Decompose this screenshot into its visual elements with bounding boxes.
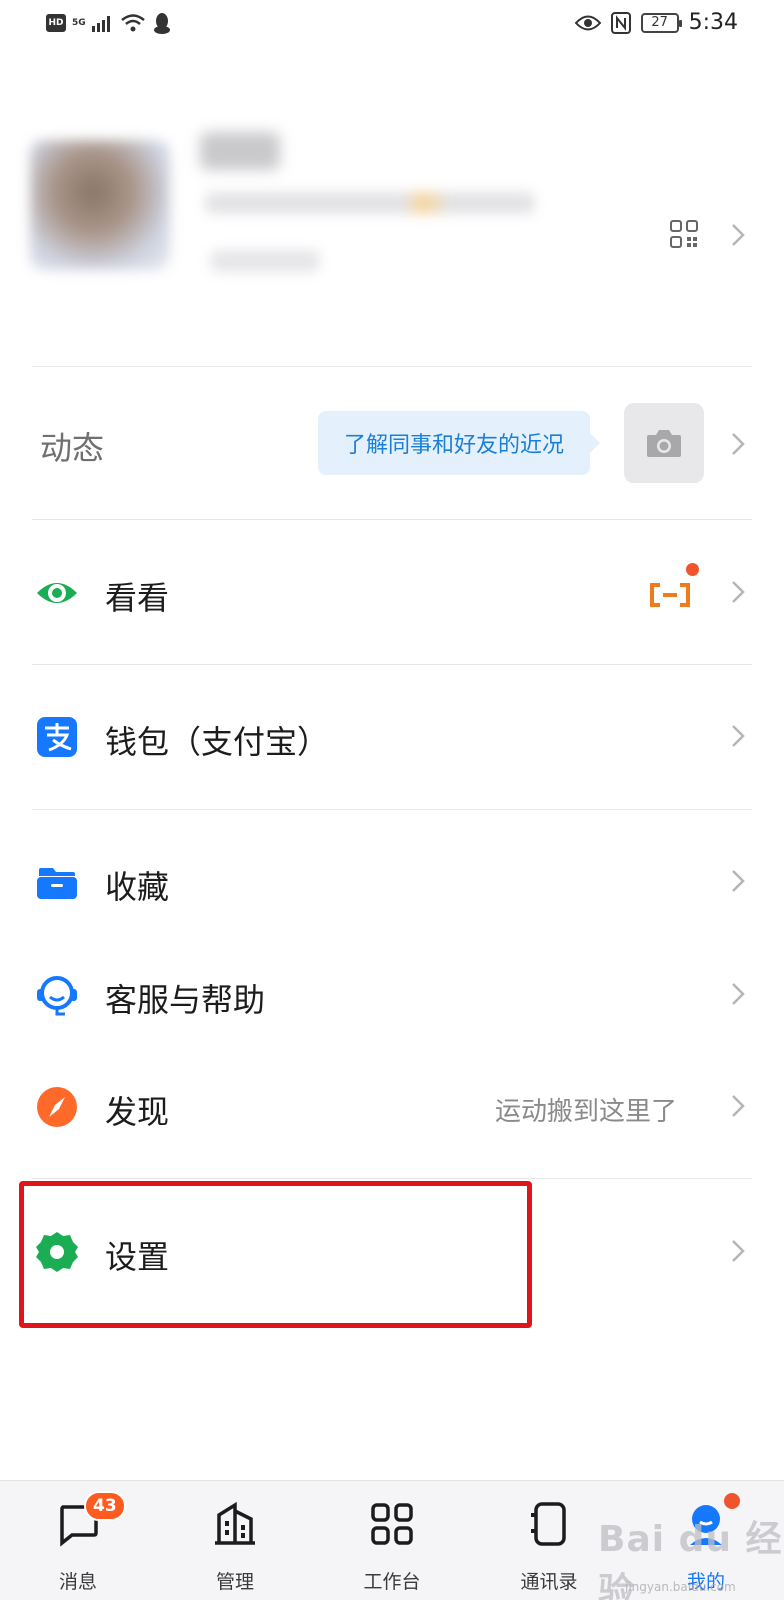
tab-label: 消息 <box>58 1571 97 1593</box>
notification-dot <box>724 1493 740 1509</box>
signal-icon <box>91 16 110 32</box>
wifi-icon <box>120 14 145 32</box>
headset-icon <box>37 976 77 1016</box>
nfc-icon <box>610 11 631 34</box>
blurred-user-info <box>205 192 535 214</box>
folder-icon <box>37 868 77 899</box>
chevron-right-icon <box>732 725 745 747</box>
tab-label: 通讯录 <box>520 1571 578 1593</box>
camera-icon <box>647 430 681 457</box>
camera-button[interactable] <box>624 403 704 483</box>
blurred-user-extra <box>210 250 320 272</box>
menu-item-label: 客服与帮助 <box>105 981 266 1019</box>
menu-item-label: 看看 <box>105 579 170 617</box>
menu-item-label: 钱包（支付宝） <box>105 723 330 761</box>
divider <box>32 519 752 520</box>
menu-item-label: 发现 <box>105 1093 170 1131</box>
chevron-right-icon <box>732 433 745 455</box>
menu-item-discover[interactable]: 发现 运动搬到这里了 <box>0 1047 784 1167</box>
divider <box>32 664 752 665</box>
chevron-right-icon <box>732 224 745 246</box>
divider <box>32 1178 752 1179</box>
chevron-right-icon <box>732 1240 745 1262</box>
eye-icon <box>37 583 77 603</box>
aliyun-icon <box>650 583 690 607</box>
qq-penguin-icon <box>153 13 170 34</box>
baidu-watermark-url: jingyan.baidu.com <box>625 1580 736 1594</box>
alipay-icon <box>37 717 77 757</box>
tab-label: 管理 <box>215 1571 254 1593</box>
menu-item-favorites[interactable]: 收藏 <box>0 822 784 942</box>
grid-icon <box>371 1503 413 1545</box>
status-bar: HD 5G 27 5:34 <box>0 0 784 50</box>
dynamic-tip-bubble[interactable]: 了解同事和好友的近况 <box>318 411 600 475</box>
divider <box>32 366 752 367</box>
tab-manage[interactable]: 管理 <box>175 1481 295 1600</box>
chevron-right-icon <box>732 983 745 1005</box>
hd-badge: HD <box>46 14 66 32</box>
chevron-right-icon <box>732 581 745 603</box>
network-type: 5G <box>72 17 86 28</box>
dynamic-label: 动态 <box>40 429 105 467</box>
tab-contacts[interactable]: 通讯录 <box>489 1481 609 1600</box>
menu-item-kankan[interactable]: 看看 <box>0 533 784 653</box>
dynamic-row[interactable]: 动态 了解同事和好友的近况 <box>0 383 784 503</box>
chevron-right-icon <box>732 870 745 892</box>
chevron-right-icon <box>732 1095 745 1117</box>
avatar[interactable] <box>30 140 170 270</box>
unread-badge: 43 <box>84 1491 126 1521</box>
status-right: 27 5:34 <box>574 10 738 35</box>
highlight-annotation-box <box>19 1181 532 1328</box>
battery-indicator: 27 <box>640 12 682 33</box>
blurred-user-name <box>200 132 280 170</box>
tab-label: 工作台 <box>363 1571 421 1593</box>
clock: 5:34 <box>688 10 738 35</box>
divider <box>32 809 752 810</box>
menu-item-label: 收藏 <box>105 868 170 906</box>
tab-messages[interactable]: 43 消息 <box>18 1481 138 1600</box>
compass-icon <box>37 1087 77 1127</box>
menu-item-support[interactable]: 客服与帮助 <box>0 935 784 1055</box>
menu-item-wallet[interactable]: 钱包（支付宝） <box>0 677 784 797</box>
profile-card[interactable] <box>0 100 784 350</box>
qr-code-icon[interactable] <box>670 220 698 248</box>
address-book-icon <box>531 1502 566 1546</box>
tab-workbench[interactable]: 工作台 <box>332 1481 452 1600</box>
new-dot <box>686 563 699 576</box>
status-left: HD 5G <box>46 12 172 34</box>
discover-hint: 运动搬到这里了 <box>495 1097 678 1127</box>
building-icon <box>215 1501 255 1545</box>
eye-comfort-icon <box>574 15 601 30</box>
